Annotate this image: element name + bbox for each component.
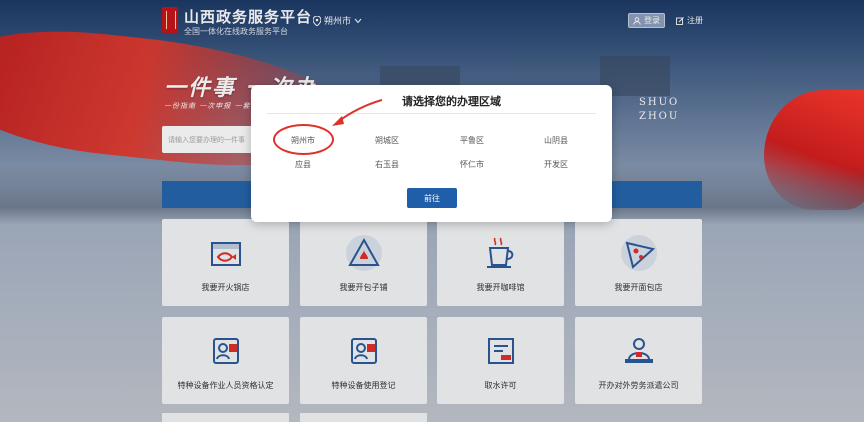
area-option-shanyin[interactable]: 山阴县	[521, 135, 591, 146]
area-option-pinglu[interactable]: 平鲁区	[437, 135, 507, 146]
area-option-yingxian[interactable]: 应县	[268, 159, 338, 170]
area-option-shuocheng[interactable]: 朔城区	[352, 135, 422, 146]
area-option-kaifaqu[interactable]: 开发区	[521, 159, 591, 170]
confirm-go-button[interactable]: 前往	[407, 188, 457, 208]
annotation-arrow-icon	[332, 99, 383, 126]
area-option-youyu[interactable]: 右玉县	[352, 159, 422, 170]
modal-divider	[267, 113, 596, 114]
annotation-highlight-ring	[273, 124, 334, 155]
modal-title: 请选择您的办理区域	[402, 95, 501, 108]
area-option-huairen[interactable]: 怀仁市	[437, 159, 507, 170]
